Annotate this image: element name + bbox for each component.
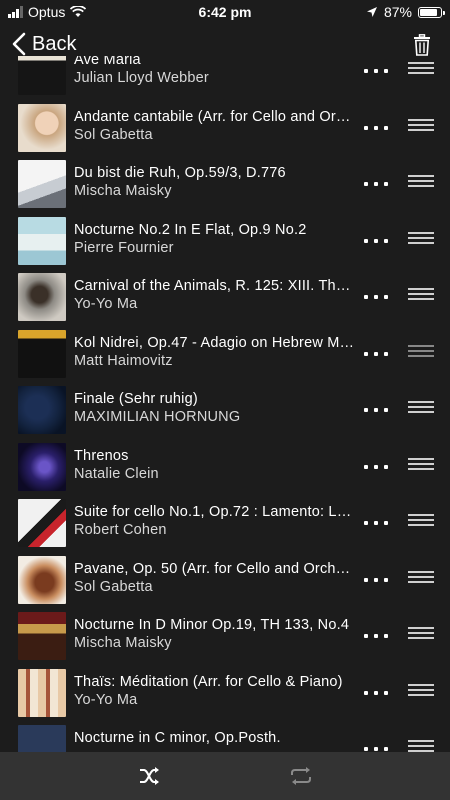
track-title: Thaïs: Méditation (Arr. for Cello & Pian…	[74, 674, 343, 690]
track-title: Kol Nidrei, Op.47 - Adagio on Hebrew Mel…	[74, 335, 356, 351]
more-button[interactable]	[364, 572, 388, 588]
battery-icon	[418, 6, 445, 18]
track-row[interactable]: Nocturne No.2 In E Flat, Op.9 No.2 Pierr…	[0, 213, 450, 269]
drag-handle-icon[interactable]	[408, 684, 434, 700]
track-title: Finale (Sehr ruhig)	[74, 391, 198, 407]
drag-handle-icon[interactable]	[408, 627, 434, 643]
track-title: Du bist die Ruh, Op.59/3, D.776	[74, 165, 286, 181]
album-art	[18, 669, 66, 717]
track-artist: Julian Lloyd Webber	[74, 70, 209, 86]
more-button[interactable]	[364, 628, 388, 644]
track-artist: Sol Gabetta	[74, 127, 153, 143]
album-art	[18, 499, 66, 547]
drag-handle-icon[interactable]	[408, 232, 434, 248]
drag-handle-icon[interactable]	[408, 345, 434, 361]
track-title: Suite for cello No.1, Op.72 : Lamento: L…	[74, 504, 356, 520]
album-art	[18, 273, 66, 321]
track-row[interactable]: Kol Nidrei, Op.47 - Adagio on Hebrew Mel…	[0, 326, 450, 382]
track-title: Nocturne in C minor, Op.Posth.	[74, 730, 281, 746]
more-button[interactable]	[364, 402, 388, 418]
track-artist: MAXIMILIAN HORNUNG	[74, 409, 241, 425]
album-art	[18, 612, 66, 660]
trash-icon	[414, 34, 430, 56]
more-button[interactable]	[364, 120, 388, 136]
track-artist: Sol Gabetta	[74, 579, 153, 595]
repeat-icon	[291, 767, 311, 785]
track-artist: Mischa Maisky	[74, 183, 172, 199]
repeat-button[interactable]	[288, 764, 314, 793]
track-artist: Mischa Maisky	[74, 635, 172, 651]
battery-fill	[420, 8, 438, 16]
shuffle-icon	[140, 767, 159, 785]
location-arrow-icon	[366, 7, 377, 17]
more-button[interactable]	[364, 346, 388, 362]
track-artist: Natalie Clein	[74, 466, 159, 482]
track-title: Carnival of the Animals, R. 125: XIII. T…	[74, 278, 356, 294]
track-artist: Robert Cohen	[74, 522, 167, 538]
shuffle-button[interactable]	[138, 764, 162, 793]
drag-handle-icon[interactable]	[408, 62, 434, 78]
track-row[interactable]: Finale (Sehr ruhig) MAXIMILIAN HORNUNG	[0, 382, 450, 438]
track-row[interactable]: Carnival of the Animals, R. 125: XIII. T…	[0, 269, 450, 325]
playback-controls	[0, 752, 450, 800]
track-row[interactable]: Nocturne in C minor, Op.Posth.	[0, 721, 450, 752]
track-row[interactable]: Ave Maria Julian Lloyd Webber	[0, 56, 450, 99]
track-row[interactable]: Du bist die Ruh, Op.59/3, D.776 Mischa M…	[0, 156, 450, 212]
track-artist: Matt Haimovitz	[74, 353, 173, 369]
track-title: Pavane, Op. 50 (Arr. for Cello and Orche…	[74, 561, 356, 577]
album-art	[18, 160, 66, 208]
album-art	[18, 556, 66, 604]
more-button[interactable]	[364, 63, 388, 79]
back-label: Back	[32, 32, 77, 55]
more-button[interactable]	[364, 233, 388, 249]
more-button[interactable]	[364, 176, 388, 192]
track-row[interactable]: Andante cantabile (Arr. for Cello and Or…	[0, 100, 450, 156]
battery-percent: 87%	[383, 4, 412, 20]
track-row[interactable]: Threnos Natalie Clein	[0, 439, 450, 495]
back-button[interactable]: Back	[12, 32, 76, 56]
album-art	[18, 104, 66, 152]
drag-handle-icon[interactable]	[408, 401, 434, 417]
track-title: Threnos	[74, 448, 129, 464]
track-title: Andante cantabile (Arr. for Cello and Or…	[74, 109, 356, 125]
album-art	[18, 386, 66, 434]
track-row[interactable]: Pavane, Op. 50 (Arr. for Cello and Orche…	[0, 552, 450, 608]
track-title: Nocturne In D Minor Op.19, TH 133, No.4	[74, 617, 350, 633]
drag-handle-icon[interactable]	[408, 458, 434, 474]
track-title: Ave Maria	[74, 56, 141, 68]
track-artist: Yo-Yo Ma	[74, 296, 138, 312]
album-art	[18, 217, 66, 265]
track-row[interactable]: Thaïs: Méditation (Arr. for Cello & Pian…	[0, 665, 450, 721]
track-title: Nocturne No.2 In E Flat, Op.9 No.2	[74, 222, 307, 238]
album-art	[18, 725, 66, 752]
album-art	[18, 443, 66, 491]
more-button[interactable]	[364, 515, 388, 531]
track-artist: Pierre Fournier	[74, 240, 174, 256]
more-button[interactable]	[364, 741, 388, 752]
album-art	[18, 330, 66, 378]
track-row[interactable]: Suite for cello No.1, Op.72 : Lamento: L…	[0, 495, 450, 551]
track-row[interactable]: Nocturne In D Minor Op.19, TH 133, No.4 …	[0, 608, 450, 664]
drag-handle-icon[interactable]	[408, 514, 434, 530]
more-button[interactable]	[364, 685, 388, 701]
track-list[interactable]: Ave Maria Julian Lloyd Webber Andante ca…	[0, 56, 450, 752]
drag-handle-icon[interactable]	[408, 571, 434, 587]
drag-handle-icon[interactable]	[408, 288, 434, 304]
drag-handle-icon[interactable]	[408, 119, 434, 135]
album-art	[18, 56, 66, 95]
drag-handle-icon[interactable]	[408, 175, 434, 191]
battery-group: 87%	[366, 4, 445, 20]
more-button[interactable]	[364, 289, 388, 305]
more-button[interactable]	[364, 459, 388, 475]
chevron-left-icon	[12, 32, 26, 56]
track-artist: Yo-Yo Ma	[74, 692, 138, 708]
status-bar: Optus 6:42 pm 87%	[0, 0, 450, 24]
drag-handle-icon[interactable]	[408, 740, 434, 752]
